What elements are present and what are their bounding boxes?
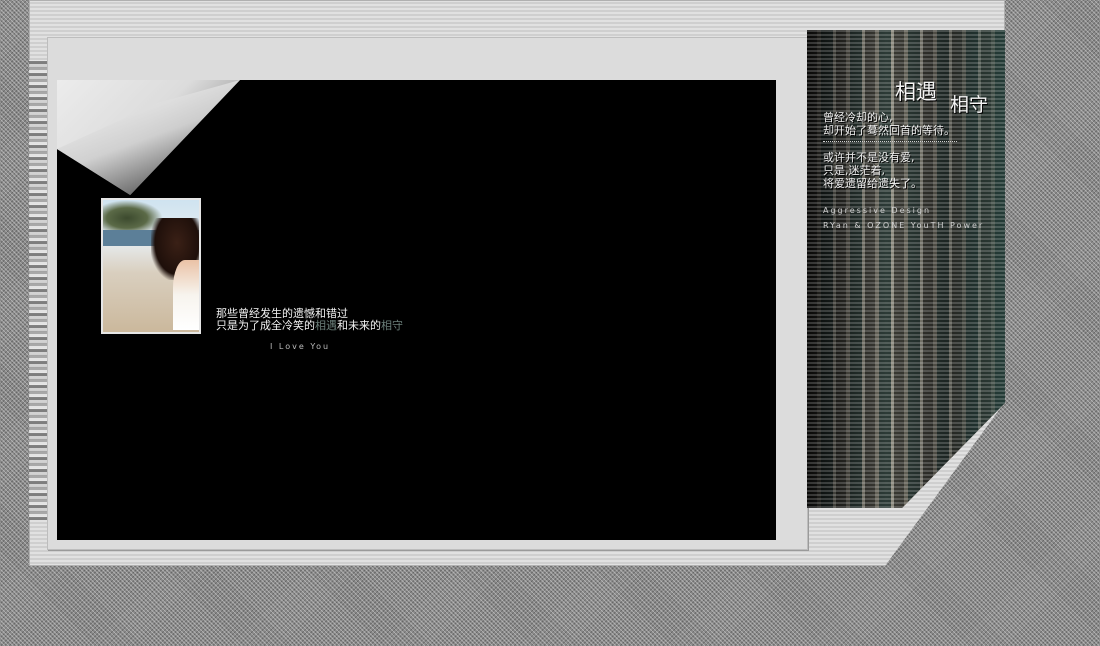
right-line-3: 或许并不是没有爱, [823, 151, 915, 164]
quote-line2-prefix: 只是为了成全冷笑的 [216, 319, 315, 332]
girl-photo-thumbnail [101, 198, 201, 334]
credit-line-2: RYan & OZONE YouTH Power [823, 221, 985, 230]
right-title-2: 相守 [950, 94, 989, 116]
right-line-2: 却开始了蓦然回首的等待。 [823, 124, 955, 137]
credit-line-1: Aggressive Design [823, 206, 932, 215]
right-line-4: 只是,迷茫着, [823, 164, 885, 177]
left-stripe-decoration [29, 60, 47, 520]
photo-face [173, 260, 199, 330]
quote-highlight-1: 相遇 [315, 319, 337, 332]
right-line-1: 曾经冷却的心, [823, 111, 893, 124]
right-line-5: 将爱遗留给遗失了。 [823, 177, 922, 190]
love-text: I Love You [270, 342, 331, 351]
quote-line2: 只是为了成全冷笑的相遇和未来的相守 [216, 320, 403, 332]
right-divider [823, 141, 957, 142]
quote-text: 那些曾经发生的遗憾和错过 只是为了成全冷笑的相遇和未来的相守 [216, 308, 403, 332]
quote-highlight-2: 相守 [381, 319, 403, 332]
quote-line2-mid: 和未来的 [337, 319, 381, 332]
right-title-1: 相遇 [895, 80, 937, 104]
